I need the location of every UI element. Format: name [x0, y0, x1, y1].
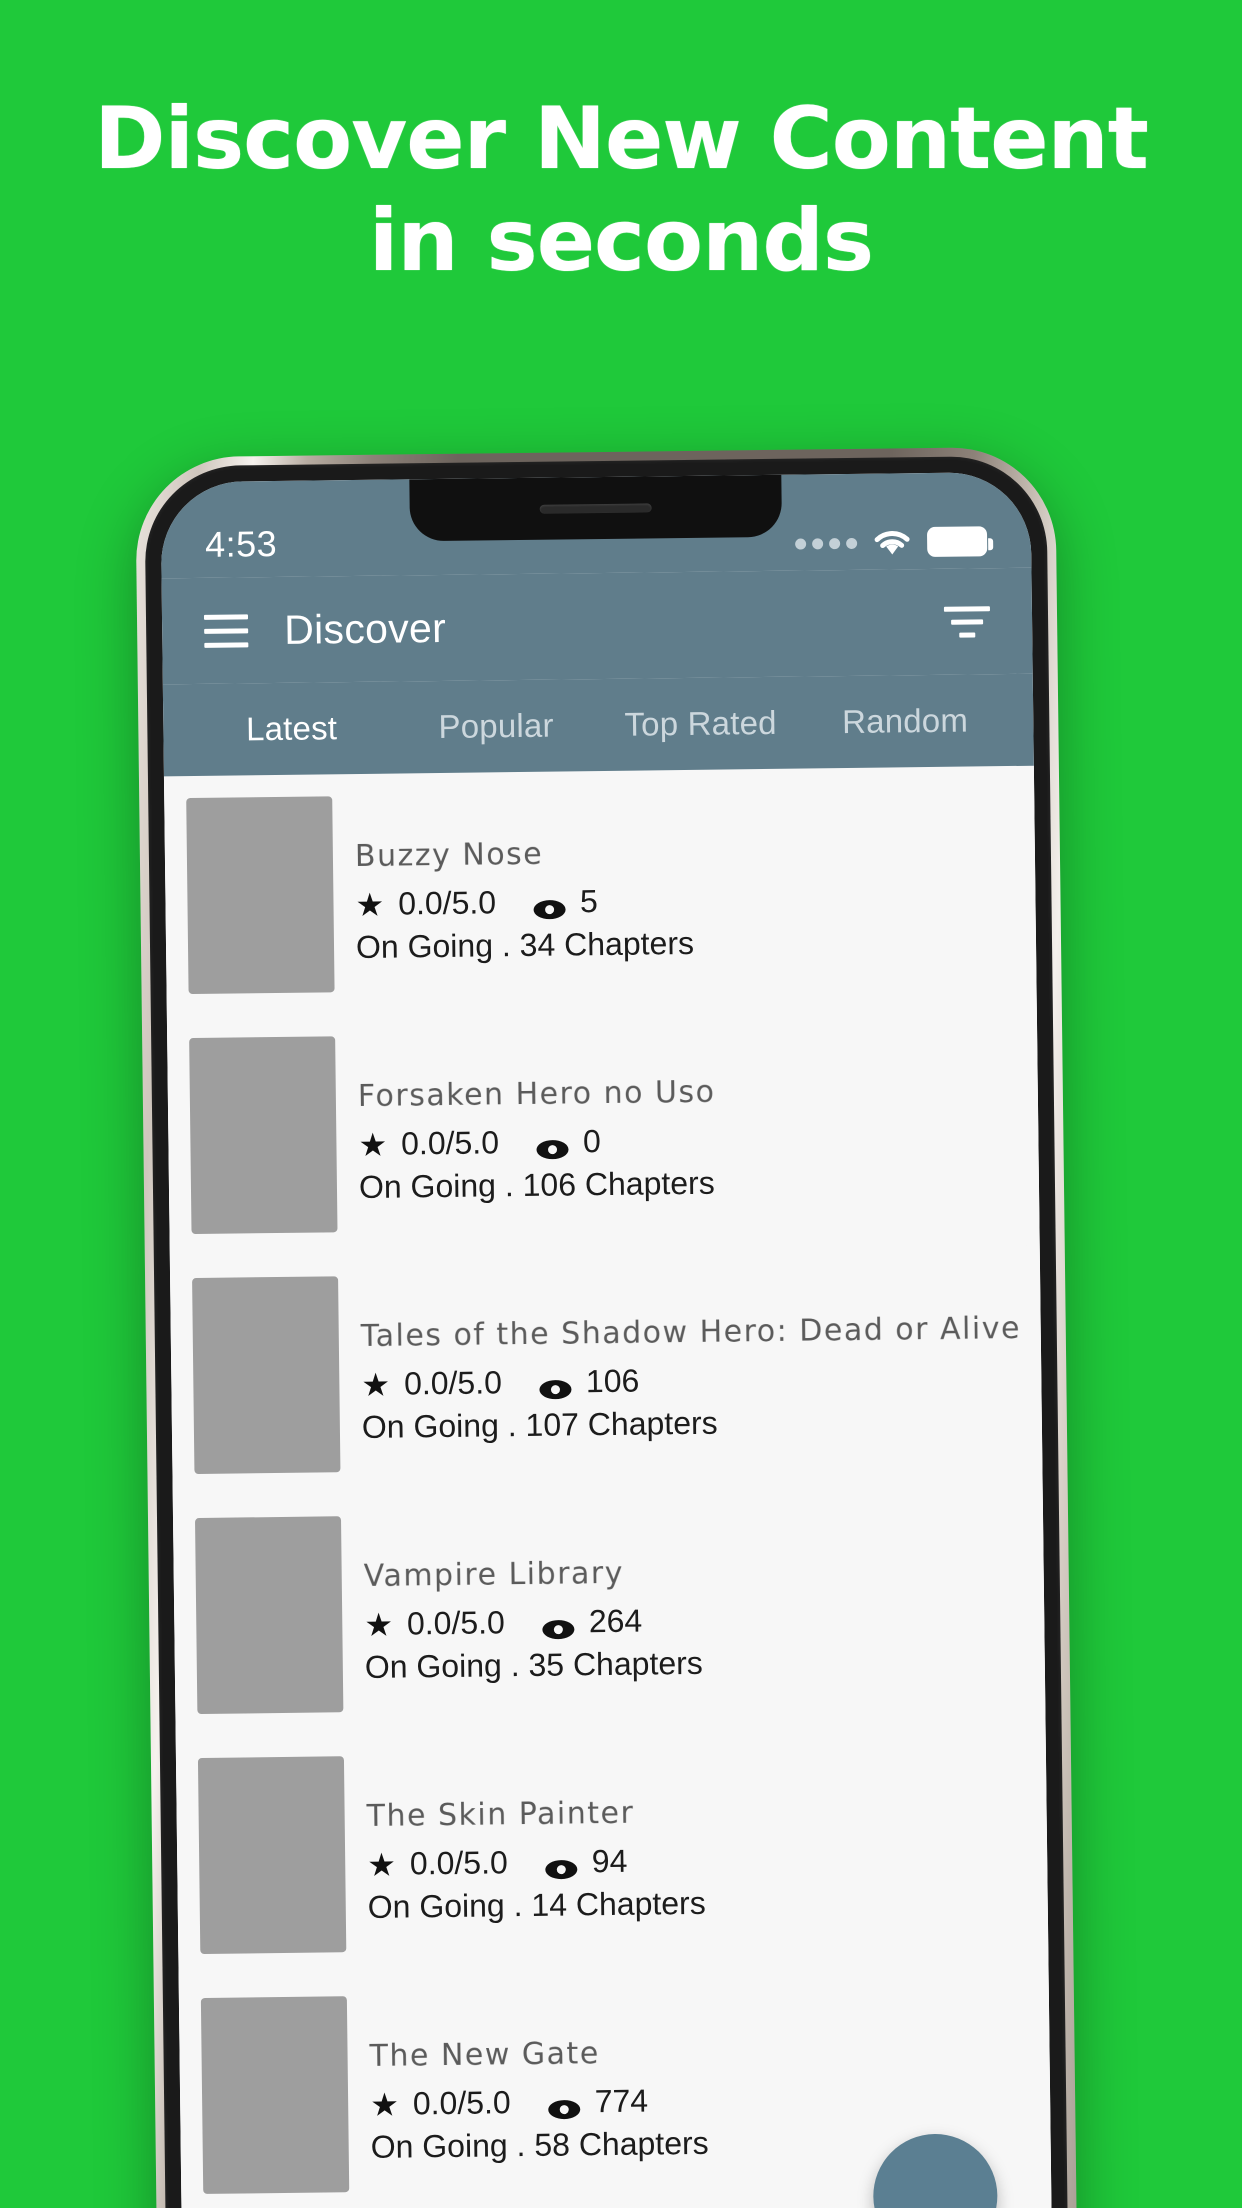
list-item-views: 264	[588, 1602, 643, 1640]
status-bar-clock: 4:53	[204, 522, 278, 565]
eye-icon	[547, 2091, 581, 2119]
content-list: Buzzy Nose ★ 0.0/5.0 5 On Going . 34 Cha…	[163, 765, 1052, 2208]
promo-headline: Discover New Content in seconds	[0, 0, 1242, 285]
filter-sort-icon[interactable]	[943, 605, 990, 638]
list-item-title: Forsaken Hero no Uso	[357, 1074, 716, 1115]
phone-notch	[409, 474, 783, 542]
list-item-body: Tales of the Shadow Hero: Dead or Alive …	[338, 1268, 1042, 1473]
list-item-title: Vampire Library	[363, 1555, 625, 1594]
star-icon: ★	[355, 886, 385, 923]
star-icon: ★	[358, 1126, 388, 1163]
list-item-rating: 0.0/5.0	[400, 1124, 500, 1162]
list-item-rating: 0.0/5.0	[409, 1844, 508, 1882]
tab-popular[interactable]: Popular	[394, 706, 599, 746]
list-item-views: 774	[594, 2082, 649, 2120]
cover-thumbnail	[186, 796, 335, 995]
list-item-title: Buzzy Nose	[354, 836, 544, 875]
promo-line-1: Discover New Content	[94, 89, 1149, 189]
earpiece-speaker-icon	[539, 502, 652, 514]
list-item-status: On Going . 35 Chapters	[364, 1645, 703, 1686]
list-item[interactable]: The Skin Painter ★ 0.0/5.0 94 On Going .…	[175, 1725, 1049, 1977]
phone-bezel: 4:53 Discover Latest Popular Top Rated R…	[144, 455, 1068, 2208]
list-item-rating: 0.0/5.0	[412, 2084, 511, 2122]
list-item[interactable]: Buzzy Nose ★ 0.0/5.0 5 On Going . 34 Cha…	[163, 765, 1037, 1017]
eye-icon	[541, 1611, 575, 1639]
phone-mockup: 4:53 Discover Latest Popular Top Rated R…	[135, 446, 1077, 2208]
tab-latest[interactable]: Latest	[189, 709, 394, 749]
star-icon: ★	[369, 2086, 400, 2123]
cover-thumbnail	[200, 1996, 350, 2194]
list-item-views: 106	[585, 1362, 640, 1400]
list-item-meta: ★ 0.0/5.0 774	[370, 2078, 1050, 2123]
wifi-icon	[873, 528, 911, 556]
list-item-views: 5	[579, 883, 599, 920]
tab-random[interactable]: Random	[803, 701, 1008, 741]
list-item-status: On Going . 34 Chapters	[355, 925, 695, 966]
list-item[interactable]: Tales of the Shadow Hero: Dead or Alive …	[169, 1245, 1043, 1497]
app-bar: Discover	[161, 567, 1033, 685]
phone-screen: 4:53 Discover Latest Popular Top Rated R…	[160, 471, 1052, 2208]
tab-bar: Latest Popular Top Rated Random	[162, 673, 1034, 777]
list-item-meta: ★ 0.0/5.0 264	[364, 1598, 1044, 1643]
star-icon: ★	[367, 1846, 397, 1883]
signal-dots-icon	[795, 537, 858, 550]
list-item-title: Tales of the Shadow Hero: Dead or Alive	[360, 1310, 1022, 1354]
list-item-meta: ★ 0.0/5.0 106	[361, 1358, 1041, 1403]
hamburger-menu-icon[interactable]	[203, 613, 249, 648]
list-item[interactable]: Vampire Library ★ 0.0/5.0 264 On Going .…	[172, 1485, 1046, 1737]
tab-top-rated[interactable]: Top Rated	[598, 704, 803, 744]
list-item-status: On Going . 14 Chapters	[367, 1885, 706, 1926]
list-item-body: Buzzy Nose ★ 0.0/5.0 5 On Going . 34 Cha…	[332, 788, 1036, 993]
list-item[interactable]: Forsaken Hero no Uso ★ 0.0/5.0 0 On Goin…	[166, 1005, 1040, 1257]
list-item-body: Vampire Library ★ 0.0/5.0 264 On Going .…	[341, 1508, 1045, 1713]
status-bar-icons	[795, 526, 988, 558]
list-item-title: The Skin Painter	[366, 1795, 635, 1834]
list-item-body: The Skin Painter ★ 0.0/5.0 94 On Going .…	[344, 1748, 1048, 1953]
star-icon: ★	[364, 1606, 394, 1643]
cover-thumbnail	[189, 1036, 338, 1235]
cover-thumbnail	[192, 1276, 341, 1475]
eye-icon	[532, 891, 566, 920]
eye-icon	[538, 1371, 572, 1400]
list-item-views: 94	[591, 1843, 628, 1880]
list-item-meta: ★ 0.0/5.0 5	[355, 878, 1035, 923]
appbar-spacer	[446, 622, 944, 628]
list-item-meta: ★ 0.0/5.0 0	[358, 1118, 1038, 1163]
cover-thumbnail	[197, 1756, 347, 1955]
list-item-status: On Going . 107 Chapters	[361, 1405, 718, 1446]
list-item-views: 0	[582, 1123, 601, 1160]
eye-icon	[535, 1131, 569, 1160]
page-title: Discover	[283, 604, 447, 653]
promo-line-2: in seconds	[368, 190, 874, 291]
list-item-rating: 0.0/5.0	[397, 884, 497, 922]
list-item-status: On Going . 106 Chapters	[358, 1165, 715, 1206]
list-item-meta: ★ 0.0/5.0 94	[367, 1838, 1047, 1883]
eye-icon	[544, 1851, 578, 1879]
list-item-title: The New Gate	[369, 2036, 600, 2074]
star-icon: ★	[361, 1366, 391, 1403]
list-item-body: Forsaken Hero no Uso ★ 0.0/5.0 0 On Goin…	[335, 1028, 1039, 1233]
battery-full-icon	[926, 526, 988, 558]
list-item-rating: 0.0/5.0	[406, 1604, 506, 1642]
list-item-rating: 0.0/5.0	[403, 1364, 503, 1402]
cover-thumbnail	[194, 1516, 344, 1715]
